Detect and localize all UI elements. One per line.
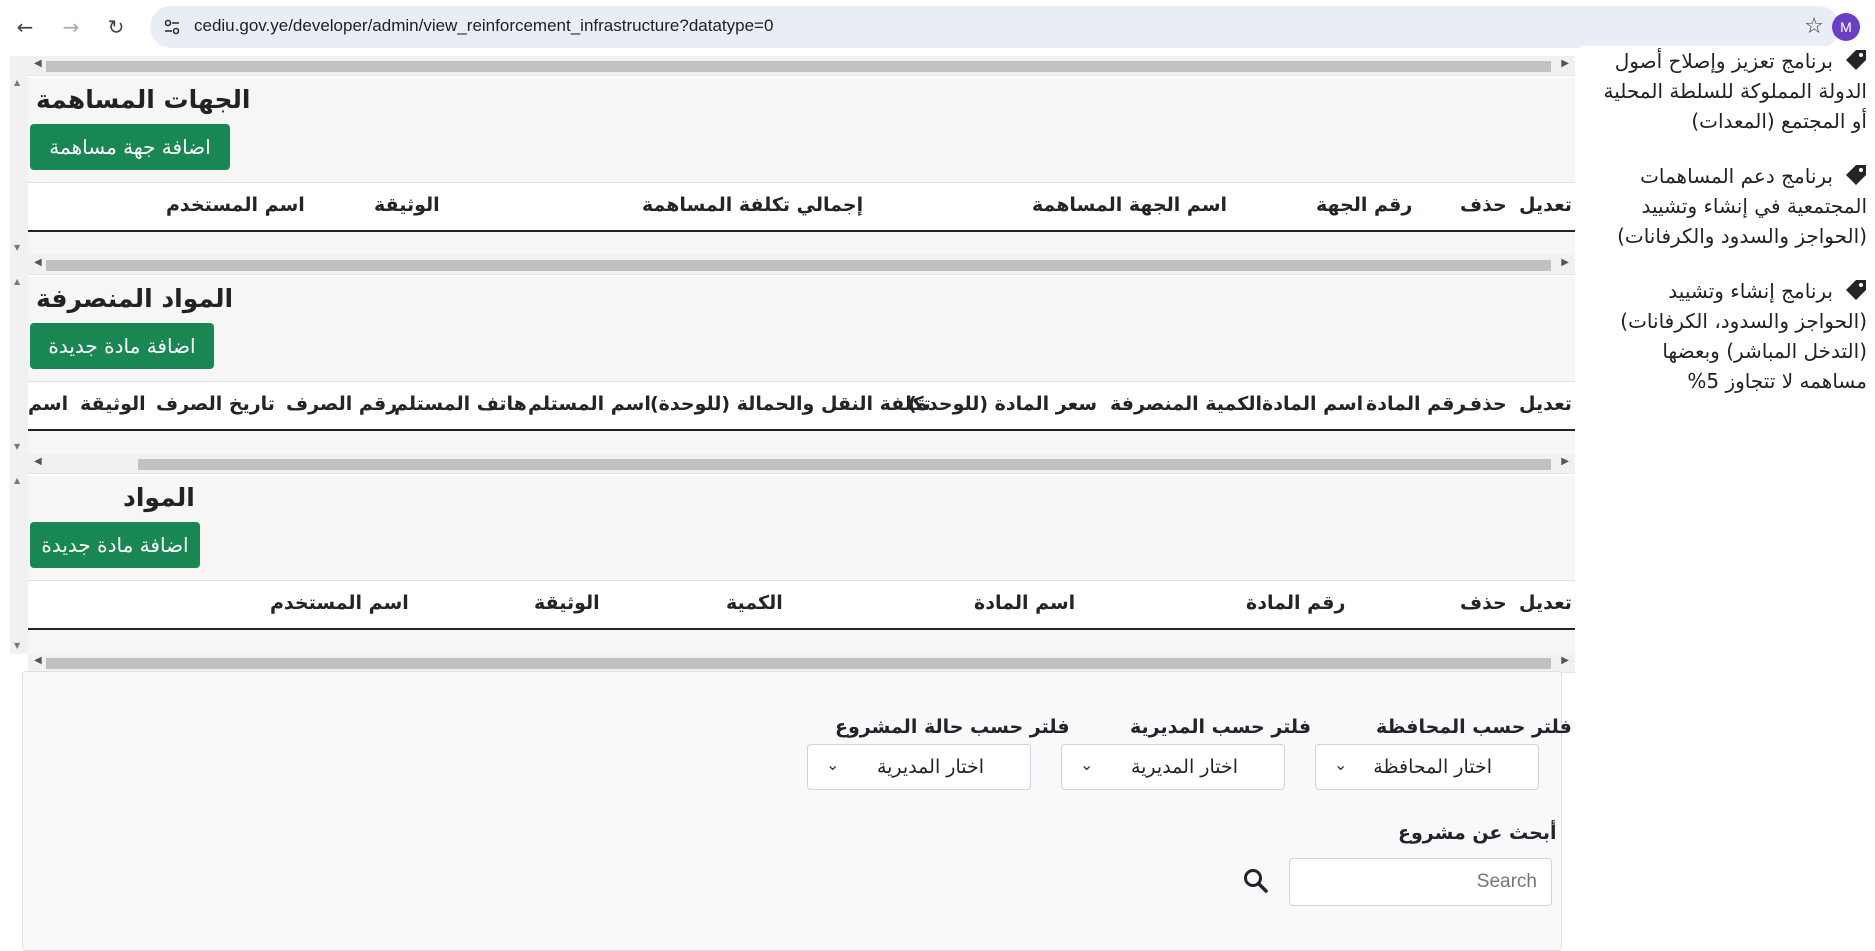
col-entity-name: اسم الجهة المساهمة: [1032, 194, 1228, 216]
col-disbursement-number: رقم الصرف: [286, 393, 398, 415]
add-disbursed-material-button[interactable]: اضافة مادة جديدة: [30, 323, 214, 369]
col-edit: تعديل: [1519, 194, 1572, 216]
add-material-button[interactable]: اضافة مادة جديدة: [30, 522, 200, 568]
scrollbar-thumb[interactable]: [46, 61, 1551, 72]
col-username: اسم المستخدم: [166, 194, 305, 216]
back-icon[interactable]: ←: [10, 12, 40, 42]
sidebar-item-community-support[interactable]: برنامج دعم المساهمات المجتمعية في إنشاء …: [1597, 161, 1867, 251]
forward-icon[interactable]: →: [56, 12, 86, 42]
vertical-scrollbar[interactable]: ▲ ▼: [10, 454, 28, 654]
directorate-filter-label: فلتر حسب المديرية: [1130, 716, 1312, 738]
section-title: الجهات المساهمة: [36, 85, 251, 114]
governorate-select[interactable]: اختار المحافظة ⌄: [1315, 744, 1539, 790]
scrollbar-thumb[interactable]: [46, 260, 1551, 271]
profile-avatar[interactable]: M: [1832, 13, 1860, 41]
sidebar-item-label: برنامج دعم المساهمات المجتمعية في إنشاء …: [1617, 164, 1867, 248]
sidebar-item-equipment[interactable]: برنامج تعزيز وإصلاح أصول الدولة المملوكة…: [1597, 46, 1867, 136]
col-disbursed-qty: الكمية المنصرفة: [1110, 393, 1262, 415]
col-delete: حذف: [1460, 393, 1507, 415]
contributors-panel: الجهات المساهمة اضافة جهة مساهمة تعديل ح…: [28, 78, 1575, 256]
col-material-name: اسم المادة: [974, 592, 1076, 614]
col-name-partial: اسم: [28, 393, 69, 415]
materials-section: ▲ ▼ ◀ ▶ المواد اضافة مادة جديدة تعديل حذف…: [10, 454, 1575, 654]
disbursed-table-header: تعديل حذف رقم المادة اسم المادة الكمية ا…: [28, 381, 1575, 431]
horizontal-scrollbar[interactable]: ◀ ▶: [28, 255, 1575, 275]
address-bar[interactable]: cediu.gov.ye/developer/admin/view_reinfo…: [150, 6, 1840, 48]
contributors-table-header: تعديل حذف رقم الجهة اسم الجهة المساهمة إ…: [28, 182, 1575, 232]
col-material-name: اسم المادة: [1262, 393, 1364, 415]
materials-table-header: تعديل حذف رقم المادة اسم المادة الكمية ا…: [28, 580, 1575, 630]
col-material-number: رقم المادة: [1366, 393, 1466, 415]
contributors-section: ▲ ▼ ◀ ▶ الجهات المساهمة اضافة جهة مساهمة …: [10, 56, 1575, 256]
col-total-cost: إجمالي تكلفة المساهمة: [642, 194, 864, 216]
col-edit: تعديل: [1519, 393, 1572, 415]
col-document: الوثيقة: [80, 393, 146, 415]
col-delete: حذف: [1460, 592, 1507, 614]
col-username: اسم المستخدم: [270, 592, 409, 614]
horizontal-scrollbar[interactable]: ◀ ▶: [28, 454, 1575, 474]
col-delete: حذف: [1460, 194, 1507, 216]
col-disbursement-date: تاريخ الصرف: [156, 393, 275, 415]
scrollbar-thumb[interactable]: [46, 658, 1551, 669]
scrollbar-thumb[interactable]: [138, 459, 1551, 470]
directorate-select-value: اختار المديرية: [1130, 756, 1238, 778]
governorate-filter-label: فلتر حسب المحافظة: [1376, 716, 1572, 738]
section-title: المواد: [123, 483, 195, 512]
url-text[interactable]: cediu.gov.ye/developer/admin/view_reinfo…: [194, 16, 773, 36]
tag-icon: [1846, 50, 1866, 70]
sidebar-item-label: برنامج إنشاء وتشييد (الحواجز والسدود، ال…: [1620, 279, 1867, 393]
site-info-icon[interactable]: [162, 17, 182, 37]
sidebar-item-label: برنامج تعزيز وإصلاح أصول الدولة المملوكة…: [1603, 49, 1867, 133]
vertical-scrollbar[interactable]: ▲ ▼: [10, 56, 28, 256]
horizontal-scrollbar[interactable]: ◀ ▶: [28, 56, 1575, 76]
bottom-horizontal-scrollbar[interactable]: ◀ ▶: [28, 653, 1575, 673]
directorate-select[interactable]: اختار المديرية ⌄: [1061, 744, 1285, 790]
tag-icon: [1846, 280, 1866, 300]
chevron-down-icon: ⌄: [826, 755, 840, 774]
chevron-down-icon: ⌄: [1080, 755, 1094, 774]
search-icon[interactable]: [1241, 866, 1271, 896]
col-recipient-phone: هاتف المستلم: [394, 393, 527, 415]
status-filter-label: فلتر حسب حالة المشروع: [835, 716, 1070, 738]
section-title: المواد المنصرفة: [36, 284, 234, 313]
materials-panel: المواد اضافة مادة جديدة تعديل حذف رقم ال…: [28, 476, 1575, 654]
col-recipient-name: اسم المستلم: [528, 393, 651, 415]
bookmark-star-icon[interactable]: ☆: [1804, 14, 1824, 39]
col-transport-cost: تكلفة النقل والحمالة (للوحدة): [650, 393, 931, 415]
search-input[interactable]: [1289, 858, 1552, 906]
search-project-label: أبحث عن مشروع: [1398, 822, 1557, 844]
add-contributor-button[interactable]: اضافة جهة مساهمة: [30, 124, 230, 170]
sidebar-item-construction[interactable]: برنامج إنشاء وتشييد (الحواجز والسدود، ال…: [1597, 276, 1867, 396]
status-select[interactable]: اختار المديرية ⌄: [807, 744, 1031, 790]
col-document: الوثيقة: [534, 592, 600, 614]
chevron-down-icon: ⌄: [1334, 755, 1348, 774]
col-unit-price: سعر المادة (للوحدة): [908, 393, 1097, 415]
filter-card: فلتر حسب المحافظة اختار المحافظة ⌄ فلتر …: [22, 671, 1572, 951]
col-material-number: رقم المادة: [1246, 592, 1346, 614]
tag-icon: [1846, 165, 1866, 185]
program-sidebar: برنامج تعزيز وإصلاح أصول الدولة المملوكة…: [1580, 46, 1875, 951]
status-select-value: اختار المديرية: [876, 756, 984, 778]
col-edit: تعديل: [1519, 592, 1572, 614]
disbursed-section: ▲ ▼ ◀ ▶ المواد المنصرفة اضافة مادة جديدة …: [10, 255, 1575, 455]
governorate-select-value: اختار المحافظة: [1373, 756, 1492, 778]
col-quantity: الكمية: [726, 592, 783, 614]
reload-icon[interactable]: ↻: [101, 12, 131, 42]
disbursed-panel: المواد المنصرفة اضافة مادة جديدة تعديل ح…: [28, 277, 1575, 455]
main-content: ▲ ▼ ◀ ▶ الجهات المساهمة اضافة جهة مساهمة …: [0, 56, 1580, 951]
vertical-scrollbar[interactable]: ▲ ▼: [10, 255, 28, 455]
col-document: الوثيقة: [374, 194, 440, 216]
col-entity-number: رقم الجهة: [1316, 194, 1413, 216]
